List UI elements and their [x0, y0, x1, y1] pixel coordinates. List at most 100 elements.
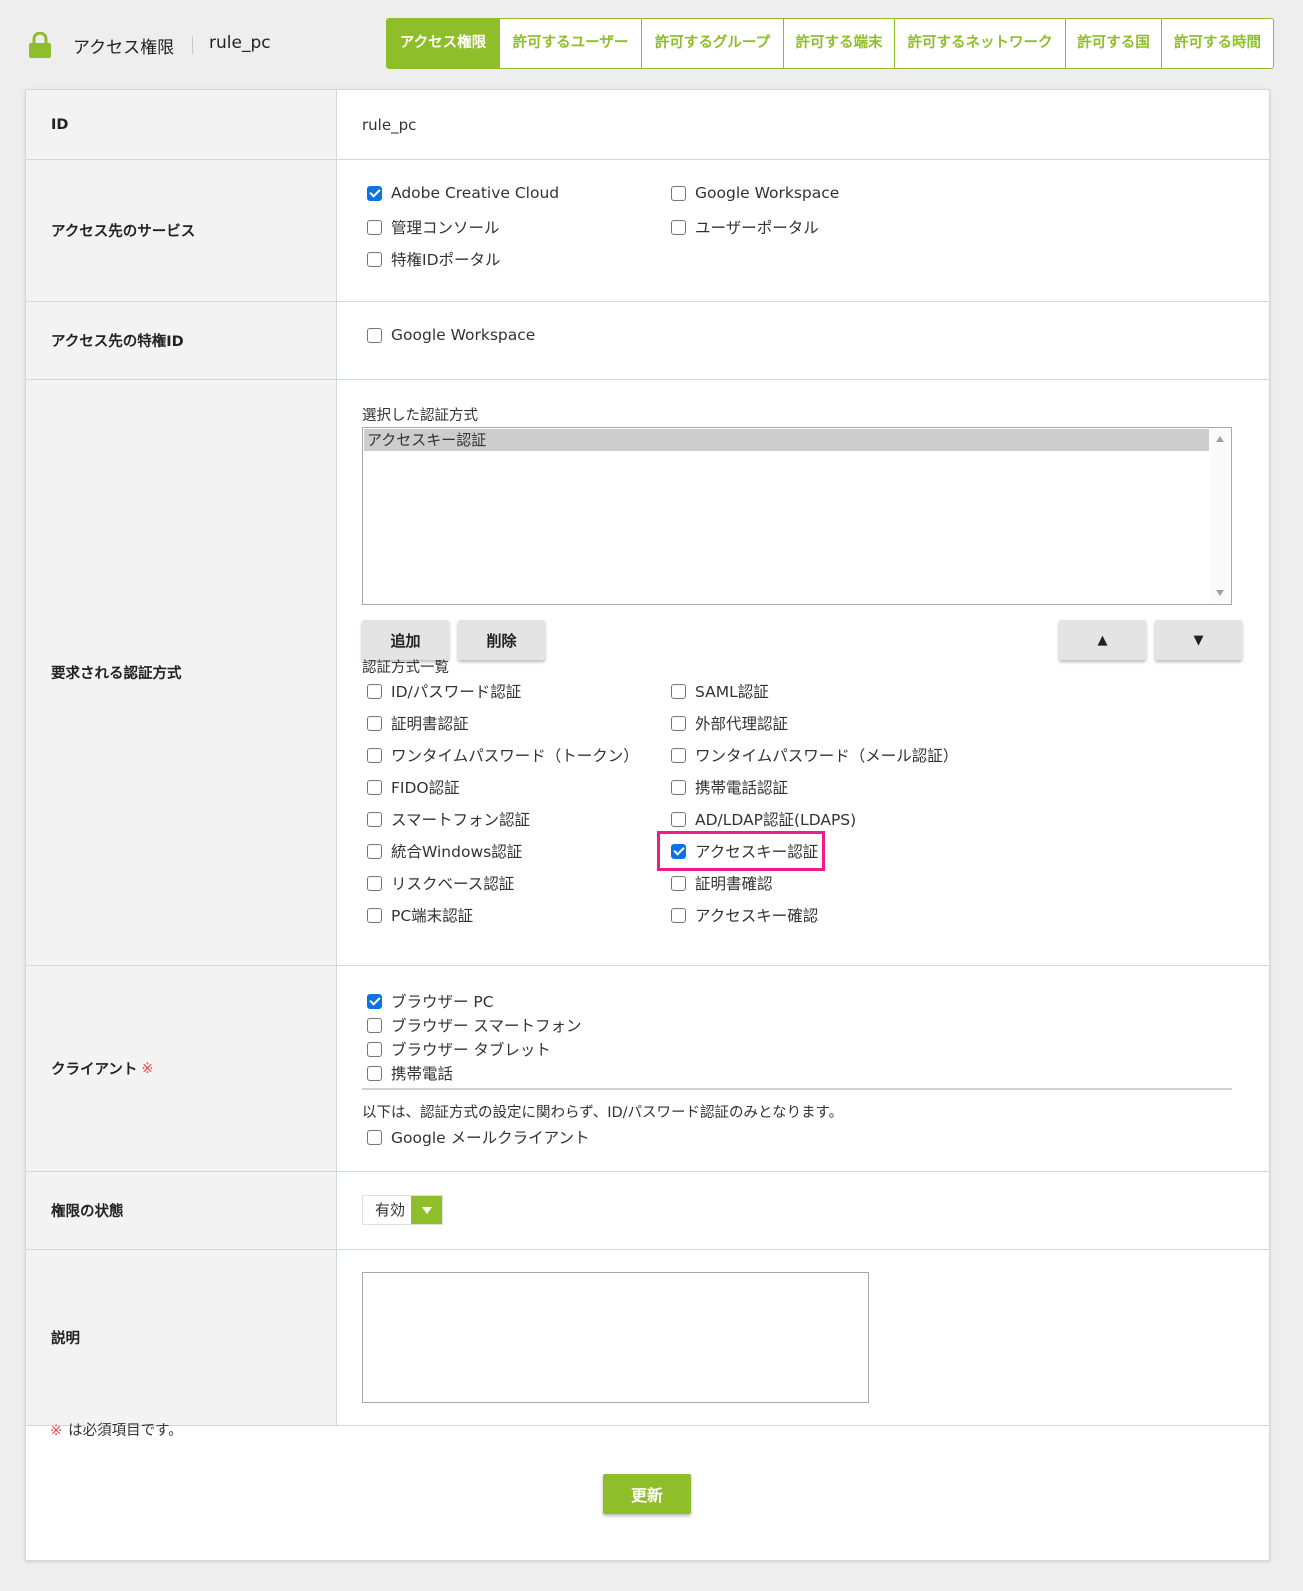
checkbox-box[interactable]	[367, 907, 382, 923]
add-button[interactable]: 追加	[362, 620, 449, 660]
checkbox-box[interactable]	[367, 747, 382, 763]
service-adobe-checkbox[interactable]: Adobe Creative Cloud	[367, 184, 559, 202]
required-mark: ※	[50, 1423, 63, 1439]
checkbox-box[interactable]	[671, 683, 686, 699]
scroll-up-icon[interactable]	[1216, 436, 1224, 442]
method-otp-email-checkbox[interactable]: ワンタイムパスワード（メール認証）	[671, 744, 958, 766]
client-label: クライアント ※	[26, 966, 337, 1171]
checkbox-box[interactable]	[367, 843, 382, 859]
update-button[interactable]: 更新	[603, 1474, 691, 1514]
method-integrated-windows-checkbox[interactable]: 統合Windows認証	[367, 840, 522, 862]
method-external-proxy-checkbox[interactable]: 外部代理認証	[671, 712, 788, 734]
checkbox-box[interactable]	[367, 875, 382, 891]
tab-bar: アクセス権限 許可するユーザー 許可するグループ 許可する端末 許可するネットワ…	[386, 18, 1274, 69]
tab-allowed-networks[interactable]: 許可するネットワーク	[894, 19, 1065, 68]
checkbox-box[interactable]	[367, 185, 382, 201]
methods-list-label: 認証方式一覧	[362, 660, 449, 676]
client-browser-pc-checkbox[interactable]: ブラウザー PC	[367, 990, 494, 1012]
chevron-down-icon[interactable]	[411, 1196, 442, 1224]
status-select[interactable]: 有効	[362, 1195, 443, 1225]
checkbox-box[interactable]	[671, 185, 686, 201]
selected-methods-label: 選択した認証方式	[362, 408, 478, 424]
method-id-password-checkbox[interactable]: ID/パスワード認証	[367, 680, 521, 702]
privileged-ids-label: アクセス先の特権ID	[26, 302, 337, 379]
tab-allowed-countries[interactable]: 許可する国	[1065, 19, 1161, 68]
checkbox-box[interactable]	[367, 779, 382, 795]
checkbox-box[interactable]	[367, 683, 382, 699]
page-header: アクセス権限 rule_pc アクセス権限 許可するユーザー 許可するグループ …	[0, 0, 1303, 88]
checkbox-box[interactable]	[671, 715, 686, 731]
checkbox-box[interactable]	[367, 1017, 382, 1033]
checkbox-box[interactable]	[367, 327, 382, 343]
row-status: 権限の状態 有効	[26, 1172, 1269, 1250]
checkbox-box[interactable]	[367, 715, 382, 731]
method-pc-device-checkbox[interactable]: PC端末認証	[367, 904, 473, 926]
row-privileged-ids: アクセス先の特権ID Google Workspace	[26, 302, 1269, 380]
page-title: アクセス権限	[73, 38, 175, 58]
method-fido-checkbox[interactable]: FIDO認証	[367, 776, 460, 798]
client-divider	[362, 1088, 1232, 1090]
client-mobile-phone-checkbox[interactable]: 携帯電話	[367, 1062, 453, 1084]
auth-methods-label: 要求される認証方式	[26, 380, 337, 965]
checkbox-box[interactable]	[671, 779, 686, 795]
row-auth-methods: 要求される認証方式 選択した認証方式 アクセスキー認証 追加 削除 ▲ ▼ 認証…	[26, 380, 1269, 966]
client-note: 以下は、認証方式の設定に関わらず、ID/パスワード認証のみとなります。	[362, 1105, 844, 1121]
move-down-button[interactable]: ▼	[1155, 620, 1242, 660]
checkbox-box[interactable]	[671, 219, 686, 235]
checkbox-box[interactable]	[367, 811, 382, 827]
privileged-google-checkbox[interactable]: Google Workspace	[367, 326, 535, 344]
method-risk-based-checkbox[interactable]: リスクベース認証	[367, 872, 514, 894]
tab-access-rights[interactable]: アクセス権限	[387, 19, 499, 68]
checkbox-box[interactable]	[367, 993, 382, 1009]
method-mobile-phone-checkbox[interactable]: 携帯電話認証	[671, 776, 788, 798]
row-client: クライアント ※ ブラウザー PC ブラウザー スマートフォン ブラウザー タブレ…	[26, 966, 1269, 1172]
method-ad-ldap-checkbox[interactable]: AD/LDAP認証(LDAPS)	[671, 808, 856, 830]
method-access-key-check-checkbox[interactable]: アクセスキー確認	[671, 904, 818, 926]
delete-button[interactable]: 削除	[458, 620, 545, 660]
description-label: 説明	[26, 1250, 337, 1425]
service-admin-console-checkbox[interactable]: 管理コンソール	[367, 216, 500, 238]
method-saml-checkbox[interactable]: SAML認証	[671, 680, 769, 702]
checkbox-box[interactable]	[671, 875, 686, 891]
method-certificate-check-checkbox[interactable]: 証明書確認	[671, 872, 773, 894]
listbox-scrollbar[interactable]	[1211, 429, 1230, 603]
row-id: ID rule_pc	[26, 90, 1269, 160]
tab-allowed-groups[interactable]: 許可するグループ	[641, 19, 783, 68]
service-privileged-portal-checkbox[interactable]: 特権IDポータル	[367, 248, 501, 270]
status-selected-value: 有効	[375, 1201, 406, 1219]
scroll-down-icon[interactable]	[1216, 590, 1224, 596]
service-user-portal-checkbox[interactable]: ユーザーポータル	[671, 216, 819, 238]
move-up-button[interactable]: ▲	[1059, 620, 1146, 660]
rule-id-title: rule_pc	[209, 33, 271, 53]
checkbox-box[interactable]	[367, 1065, 382, 1081]
access-rule-form: ID rule_pc アクセス先のサービス Adobe Creative Clo…	[25, 89, 1270, 1561]
checkbox-box[interactable]	[367, 1129, 382, 1145]
checkbox-box[interactable]	[367, 251, 382, 267]
status-label: 権限の状態	[26, 1172, 337, 1249]
client-browser-smartphone-checkbox[interactable]: ブラウザー スマートフォン	[367, 1014, 581, 1036]
method-smartphone-checkbox[interactable]: スマートフォン認証	[367, 808, 530, 830]
title-separator	[192, 36, 193, 54]
required-mark: ※	[141, 1060, 154, 1077]
client-browser-tablet-checkbox[interactable]: ブラウザー タブレット	[367, 1038, 551, 1060]
checkbox-box[interactable]	[671, 811, 686, 827]
checkbox-box[interactable]	[671, 907, 686, 923]
required-note: ※ は必須項目です。	[50, 1423, 183, 1439]
row-services: アクセス先のサービス Adobe Creative Cloud Google W…	[26, 160, 1269, 302]
checkbox-box[interactable]	[671, 747, 686, 763]
method-otp-token-checkbox[interactable]: ワンタイムパスワード（トークン）	[367, 744, 639, 766]
checkbox-box[interactable]	[367, 1041, 382, 1057]
service-google-checkbox[interactable]: Google Workspace	[671, 184, 839, 202]
tab-allowed-times[interactable]: 許可する時間	[1161, 19, 1273, 68]
services-label: アクセス先のサービス	[26, 160, 337, 301]
tab-allowed-users[interactable]: 許可するユーザー	[499, 19, 641, 68]
selected-methods-listbox[interactable]: アクセスキー認証	[362, 427, 1232, 605]
description-textarea[interactable]	[362, 1272, 869, 1403]
id-label: ID	[26, 90, 337, 159]
tab-allowed-devices[interactable]: 許可する端末	[783, 19, 894, 68]
checkbox-box[interactable]	[367, 219, 382, 235]
row-description: 説明	[26, 1250, 1269, 1426]
method-certificate-checkbox[interactable]: 証明書認証	[367, 712, 469, 734]
client-google-mail-checkbox[interactable]: Google メールクライアント	[367, 1126, 589, 1148]
listbox-option[interactable]: アクセスキー認証	[364, 429, 1209, 451]
